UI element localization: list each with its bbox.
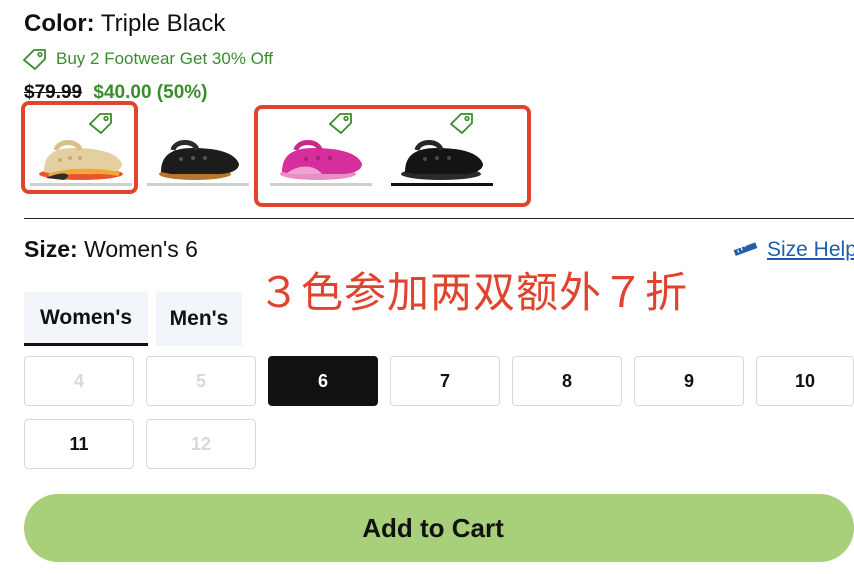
size-option-4[interactable]: 4 bbox=[24, 356, 134, 406]
tab-mens[interactable]: Men's bbox=[156, 292, 242, 346]
promo-line: Buy 2 Footwear Get 30% Off bbox=[22, 46, 273, 72]
size-option-9[interactable]: 9 bbox=[634, 356, 744, 406]
add-to-cart-label: Add to Cart bbox=[362, 512, 504, 543]
color-value: Triple Black bbox=[100, 10, 226, 37]
sale-price: $40.00 (50%) bbox=[93, 82, 208, 103]
clog-icon bbox=[159, 140, 239, 180]
color-label: Color: bbox=[24, 10, 95, 37]
annotation-text: ３色参加两双额外７折 bbox=[258, 268, 689, 317]
add-to-cart-button[interactable]: Add to Cart bbox=[24, 494, 854, 562]
size-value: Women's 6 bbox=[84, 236, 198, 262]
size-option-11[interactable]: 11 bbox=[24, 419, 134, 469]
ruler-icon bbox=[733, 238, 759, 262]
size-heading: Size: Women's 6 bbox=[24, 236, 198, 263]
swatch-underline bbox=[147, 183, 249, 186]
promo-text: Buy 2 Footwear Get 30% Off bbox=[56, 49, 274, 68]
divider bbox=[24, 218, 854, 219]
annotation-highlight-box bbox=[254, 105, 531, 207]
swatch-black-gum[interactable] bbox=[147, 108, 249, 186]
size-help-link[interactable]: Size Help bbox=[733, 238, 854, 262]
size-label: Size: bbox=[24, 236, 78, 262]
tab-womens[interactable]: Women's bbox=[24, 292, 148, 346]
color-heading: Color: Triple Black bbox=[24, 10, 225, 38]
size-option-6[interactable]: 6 bbox=[268, 356, 378, 406]
size-option-8[interactable]: 8 bbox=[512, 356, 622, 406]
annotation-highlight-box bbox=[21, 101, 138, 194]
size-option-12[interactable]: 12 bbox=[146, 419, 256, 469]
size-help-label[interactable]: Size Help bbox=[767, 238, 854, 262]
size-option-7[interactable]: 7 bbox=[390, 356, 500, 406]
size-option-5[interactable]: 5 bbox=[146, 356, 256, 406]
original-price: $79.99 bbox=[24, 82, 83, 103]
price-tag-icon bbox=[22, 48, 48, 70]
size-option-10[interactable]: 10 bbox=[756, 356, 854, 406]
